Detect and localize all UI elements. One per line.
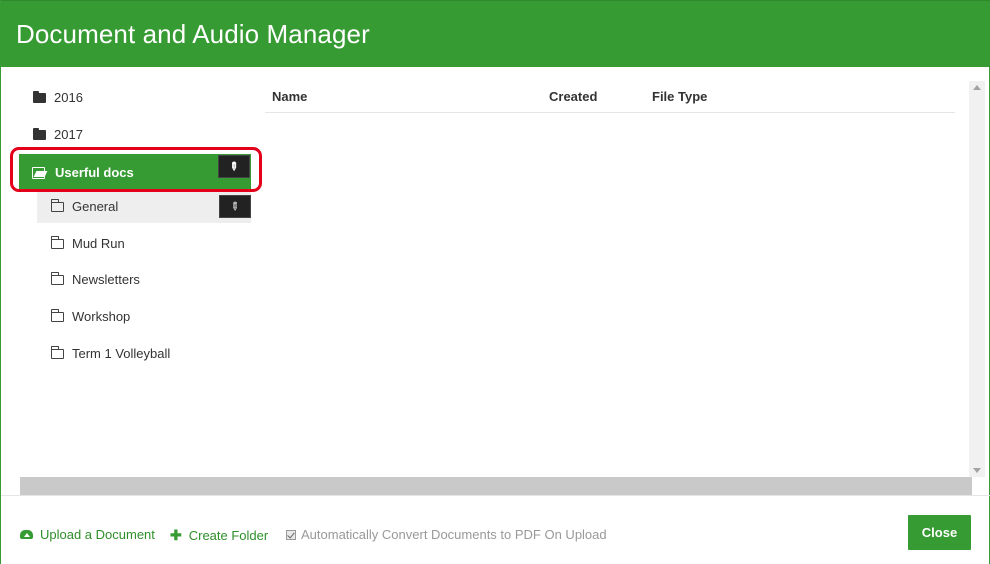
column-header-name[interactable]: Name xyxy=(272,89,307,104)
document-manager-modal: Document and Audio Manager 2016 2017 Use… xyxy=(0,0,990,564)
horizontal-scrollbar[interactable] xyxy=(20,477,972,495)
folder-open-icon xyxy=(32,167,47,179)
tree-item-term-1-volleyball[interactable]: Term 1 Volleyball xyxy=(19,337,251,370)
tree-item-label: Workshop xyxy=(72,309,131,324)
folder-icon xyxy=(33,127,46,140)
modal-footer: Upload a Document ✚ Create Folder Automa… xyxy=(1,495,990,564)
column-header-file-type[interactable]: File Type xyxy=(652,89,707,104)
edit-folder-button[interactable]: ✎ xyxy=(219,195,251,218)
column-header-created[interactable]: Created xyxy=(549,89,597,104)
folder-outline-icon xyxy=(51,271,64,285)
tree-item-label: 2017 xyxy=(54,127,83,142)
tree-item-general[interactable]: General ✎ xyxy=(37,190,251,223)
tree-item-label: 2016 xyxy=(54,90,83,105)
folder-icon xyxy=(33,90,46,103)
modal-header: Document and Audio Manager xyxy=(1,0,990,67)
upload-label: Upload a Document xyxy=(40,527,155,542)
auto-convert-checkbox[interactable] xyxy=(286,529,296,540)
tree-item-label: Mud Run xyxy=(72,236,125,251)
tree-item-workshop[interactable]: Workshop xyxy=(19,300,251,333)
pencil-icon: ✎ xyxy=(226,159,242,175)
tree-item-label: Userful docs xyxy=(55,164,134,180)
create-folder-link[interactable]: ✚ Create Folder xyxy=(170,527,268,544)
files-table: Name Created File Type xyxy=(265,81,955,113)
tree-item-userful-docs[interactable]: Userful docs ✎ xyxy=(19,154,251,190)
tree-item-label: General xyxy=(72,199,119,214)
tree-item-label: Term 1 Volleyball xyxy=(72,346,171,361)
cloud-upload-icon xyxy=(20,530,33,539)
folder-outline-icon xyxy=(51,308,64,322)
modal-title: Document and Audio Manager xyxy=(16,19,370,49)
auto-convert-label: Automatically Convert Documents to PDF O… xyxy=(301,527,607,542)
tree-item-label: Newsletters xyxy=(72,272,140,287)
folder-outline-icon xyxy=(51,198,64,212)
plus-icon: ✚ xyxy=(170,527,182,543)
close-button[interactable]: Close xyxy=(908,515,971,550)
edit-folder-button[interactable]: ✎ xyxy=(218,155,250,178)
pencil-icon: ✎ xyxy=(227,199,243,215)
table-header: Name Created File Type xyxy=(265,81,955,113)
tree-item-2017[interactable]: 2017 xyxy=(19,118,251,151)
tree-item-newsletters[interactable]: Newsletters xyxy=(19,263,251,296)
folder-outline-icon xyxy=(51,235,64,249)
scroll-down-icon[interactable] xyxy=(973,468,981,473)
tree-item-mud-run[interactable]: Mud Run xyxy=(19,227,251,260)
vertical-scrollbar[interactable] xyxy=(969,81,985,477)
tree-item-2016[interactable]: 2016 xyxy=(19,81,251,114)
create-folder-label: Create Folder xyxy=(188,528,269,543)
folder-outline-icon xyxy=(51,345,64,359)
modal-body: 2016 2017 Userful docs ✎ General ✎ Mud R… xyxy=(1,67,990,495)
upload-document-link[interactable]: Upload a Document xyxy=(20,527,155,542)
auto-convert-option: Automatically Convert Documents to PDF O… xyxy=(286,527,607,542)
scroll-up-icon[interactable] xyxy=(973,85,981,90)
